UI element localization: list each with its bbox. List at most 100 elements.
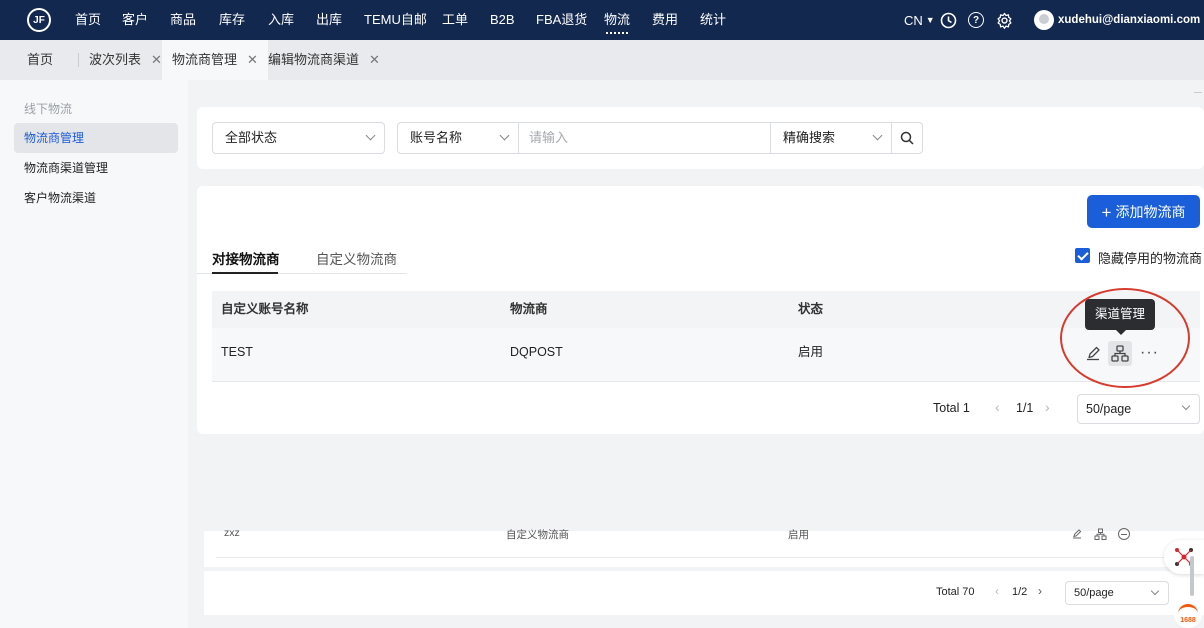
column-header-status: 状态 (798, 302, 824, 316)
chevron-down-icon (1150, 586, 1160, 596)
help-icon[interactable]: ? (968, 0, 984, 40)
search-mode-value: 精确搜索 (783, 130, 836, 145)
column-header-carrier: 物流商 (510, 302, 548, 316)
page-tab-bar: 首页 波次列表 ✕ 物流商管理 ✕ 编辑物流商渠道 ✕ (0, 40, 1204, 80)
page-tab-carrier-management[interactable]: 物流商管理 ✕ (162, 40, 268, 80)
status-filter-select[interactable]: 全部状态 (212, 122, 385, 154)
nav-item-fba-returns[interactable]: FBA退货 (536, 0, 587, 40)
chevron-down-icon (1181, 401, 1191, 411)
floating-assistant-button[interactable] (1164, 540, 1204, 574)
scroll-indicator (1194, 92, 1202, 93)
sidebar-item-customer-channels[interactable]: 客户物流渠道 (14, 183, 178, 213)
sidebar-item-carrier-management[interactable]: 物流商管理 (14, 123, 178, 153)
search-input-placeholder: 请输入 (529, 130, 569, 145)
row-divider (216, 557, 1188, 558)
search-button[interactable] (891, 122, 923, 154)
search-mode-select[interactable]: 精确搜索 (770, 122, 892, 154)
table-row: TEST DQPOST 启用 (212, 328, 1200, 382)
nav-item-customer[interactable]: 客户 (122, 0, 148, 40)
section-gap (204, 567, 1204, 571)
tab-integrated-carriers[interactable]: 对接物流商 (212, 248, 280, 268)
disable-icon[interactable] (1118, 528, 1130, 540)
channel-management-icon[interactable] (1108, 341, 1132, 366)
channel-management-icon[interactable] (1094, 528, 1107, 541)
edit-icon[interactable] (1084, 345, 1102, 363)
cell-carrier: DQPOST (510, 345, 563, 359)
channel-management-tooltip: 渠道管理 (1085, 299, 1155, 335)
page-tab-label: 编辑物流商渠道 (268, 52, 360, 67)
more-options-icon[interactable]: ··· (1140, 344, 1158, 362)
nav-item-outbound[interactable]: 出库 (316, 0, 342, 40)
hide-disabled-label[interactable]: 隐藏停用的物流商 (1098, 248, 1202, 267)
page-tab-label: 物流商管理 (172, 52, 238, 67)
nav-item-stats[interactable]: 统计 (700, 0, 726, 40)
chevron-right-icon[interactable]: › (1045, 399, 1050, 415)
add-carrier-label: 添加物流商 (1115, 204, 1186, 220)
cell-account-name: zxz (224, 527, 240, 539)
active-tab-indicator (212, 272, 278, 274)
nav-item-logistics[interactable]: 物流 (604, 0, 630, 40)
status-filter-value: 全部状态 (225, 130, 278, 145)
chevron-left-icon[interactable]: ‹ (995, 399, 1000, 415)
page-tab-wave-list[interactable]: 波次列表 ✕ (89, 40, 162, 80)
sidebar-item-carrier-channels[interactable]: 物流商渠道管理 (14, 153, 178, 183)
cell-carrier: 自定义物流商 (506, 529, 569, 541)
sidebar-group-title: 线下物流 (24, 102, 73, 116)
settings-gear-icon[interactable] (996, 0, 1013, 40)
table-header: 自定义账号名称 物流商 状态 (212, 291, 1200, 328)
user-email: xudehui@dianxiaomi.com (1058, 14, 1201, 26)
nav-item-temu[interactable]: TEMU自邮 (364, 0, 427, 40)
avatar (1034, 10, 1054, 30)
language-switch[interactable]: CN ▼ (904, 0, 935, 40)
nav-item-home[interactable]: 首页 (75, 0, 101, 40)
page-size-select[interactable]: 50/page (1077, 394, 1200, 424)
close-icon[interactable]: ✕ (151, 52, 162, 67)
search-field-select[interactable]: 账号名称 (397, 122, 519, 154)
pagination-page: 1/2 (1012, 586, 1028, 598)
nav-item-products[interactable]: 商品 (170, 0, 196, 40)
nav-item-inventory[interactable]: 库存 (219, 0, 245, 40)
pagination-page: 1/1 (1016, 401, 1034, 415)
close-icon[interactable]: ✕ (247, 52, 258, 67)
nav-item-workorder[interactable]: 工单 (442, 0, 468, 40)
chevron-down-icon (365, 130, 376, 141)
tab-custom-carriers[interactable]: 自定义物流商 (316, 248, 397, 268)
pagination-total: Total 70 (936, 586, 975, 598)
page-tab-label: 首页 (27, 52, 54, 67)
scrollbar[interactable] (1190, 556, 1194, 596)
search-icon (900, 131, 914, 145)
tab-divider (78, 53, 79, 67)
close-icon[interactable]: ✕ (369, 52, 380, 67)
chevron-right-icon[interactable]: › (1038, 584, 1042, 598)
hide-disabled-checkbox[interactable] (1075, 248, 1090, 263)
add-carrier-button[interactable]: + 添加物流商 (1087, 195, 1200, 228)
nav-item-fees[interactable]: 费用 (652, 0, 678, 40)
search-field-value: 账号名称 (410, 130, 463, 145)
sidebar: 线下物流 物流商管理 物流商渠道管理 客户物流渠道 (0, 80, 188, 628)
clock-icon[interactable] (940, 0, 957, 40)
nav-item-inbound[interactable]: 入库 (268, 0, 294, 40)
edit-icon[interactable] (1071, 528, 1083, 540)
pagination-total: Total 1 (933, 401, 970, 415)
plus-icon: + (1101, 203, 1112, 222)
background-table-fragment: zxz 自定义物流商 启用 Total 70 ‹ 1/2 › 50/page (204, 527, 1204, 615)
chevron-down-icon (872, 130, 883, 141)
chevron-left-icon[interactable]: ‹ (995, 584, 999, 598)
column-header-account-name: 自定义账号名称 (221, 302, 309, 316)
page-size-value: 50/page (1086, 402, 1132, 416)
user-menu[interactable]: xudehui@dianxiaomi.com ▼ (1034, 0, 1204, 40)
page-tab-home[interactable]: 首页 (27, 40, 53, 80)
cell-status: 启用 (798, 345, 824, 359)
page-size-select[interactable]: 50/page (1065, 581, 1169, 605)
nav-item-b2b[interactable]: B2B (490, 0, 515, 40)
page-tab-edit-carrier-channel[interactable]: 编辑物流商渠道 ✕ (268, 40, 380, 80)
caret-down-icon: ▼ (925, 15, 935, 25)
language-label: CN (904, 12, 923, 28)
chevron-down-icon (499, 130, 510, 141)
search-input[interactable]: 请输入 (518, 122, 771, 154)
cell-account-name: TEST (221, 345, 253, 359)
page-tab-label: 波次列表 (89, 52, 142, 67)
app-badge-logo[interactable]: 1688 (1174, 600, 1202, 628)
app-logo[interactable]: JF (27, 8, 51, 32)
page-size-value: 50/page (1074, 587, 1114, 599)
